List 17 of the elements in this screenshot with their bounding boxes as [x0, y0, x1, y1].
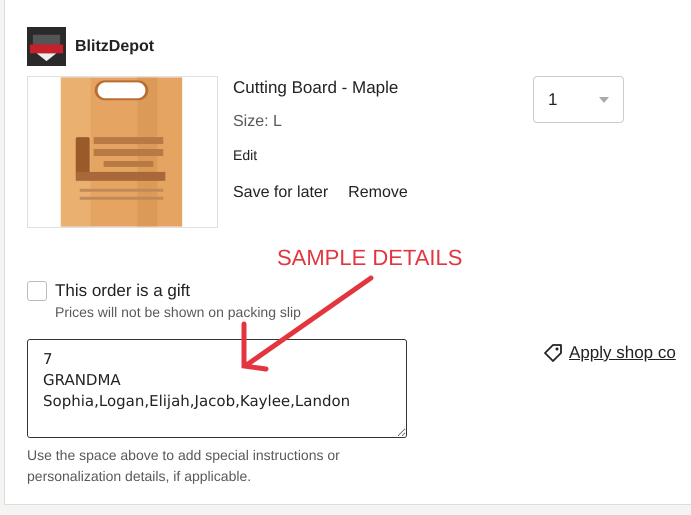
annotation-label: SAMPLE DETAILS — [277, 245, 462, 270]
gift-label[interactable]: This order is a gift — [55, 280, 301, 302]
quantity-select[interactable]: 1 — [533, 76, 624, 123]
edit-link[interactable]: Edit — [233, 145, 513, 166]
gift-note: Prices will not be shown on packing slip — [55, 303, 301, 322]
item-title[interactable]: Cutting Board - Maple — [233, 77, 513, 99]
item-action-link[interactable]: Remove — [348, 181, 408, 205]
shop-logo-icon[interactable] — [27, 27, 66, 66]
shop-name[interactable]: BlitzDepot — [75, 34, 154, 58]
item-action-link[interactable]: Save for later — [233, 181, 328, 205]
tag-icon — [543, 342, 563, 363]
personalization-help: Use the space above to add special instructions or personalization details, if applicable. — [27, 446, 341, 486]
apply-coupon-link[interactable]: Apply shop co — [569, 340, 676, 366]
personalization-field[interactable]: 7 GRANDMA Sophia,Logan,Elijah,Jacob,Kaylee,Landon — [27, 339, 407, 438]
caret-icon — [599, 96, 609, 102]
gift-checkbox[interactable] — [27, 281, 47, 301]
item-variation: Size: L — [233, 112, 283, 132]
